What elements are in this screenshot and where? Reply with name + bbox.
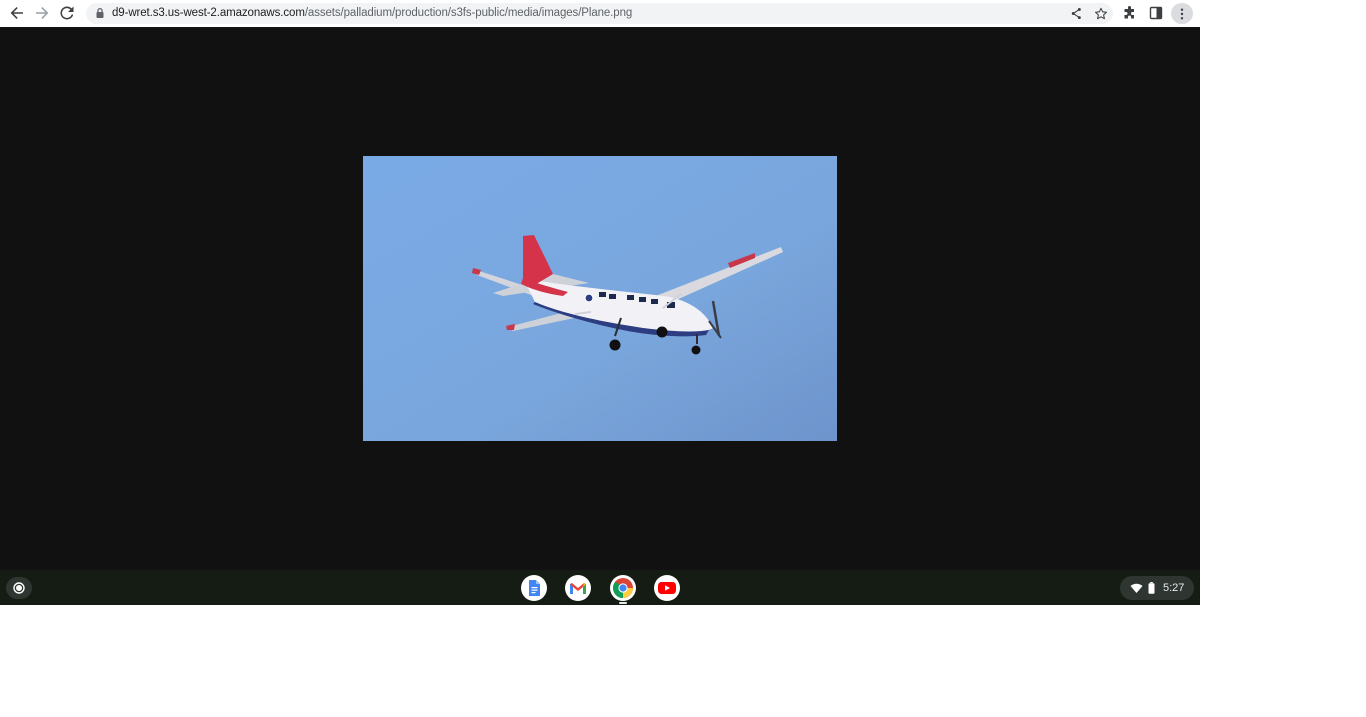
reload-button[interactable] [57, 3, 77, 23]
more-menu-button[interactable] [1171, 3, 1193, 24]
youtube-app-button[interactable] [654, 575, 680, 601]
gmail-app-icon [570, 583, 586, 594]
extensions-icon [1124, 6, 1134, 19]
active-app-indicator [619, 602, 627, 604]
reload-icon [60, 6, 74, 20]
docs-app-icon [529, 580, 540, 596]
side-panel-button[interactable] [1146, 3, 1166, 23]
lock-icon [96, 7, 104, 18]
launcher-icon [13, 582, 25, 594]
side-panel-icon [1149, 6, 1163, 20]
docs-app-button[interactable] [521, 575, 547, 601]
launcher-button[interactable] [6, 577, 32, 599]
clock: 5:27 [1163, 582, 1185, 594]
star-icon [1094, 7, 1108, 19]
gmail-app-button[interactable] [565, 575, 591, 601]
forward-button[interactable] [32, 3, 52, 23]
extensions-button[interactable] [1120, 3, 1140, 23]
chrome-browser-window: d9-wret.s3.us-west-2.amazonaws.com/asset… [0, 0, 1200, 605]
share-button[interactable] [1066, 3, 1086, 24]
share-icon [1071, 7, 1081, 20]
url-path: /assets/palladium/production/s3fs-public… [304, 7, 633, 19]
address-bar[interactable]: d9-wret.s3.us-west-2.amazonaws.com/asset… [86, 3, 1113, 24]
battery-icon [1148, 582, 1155, 594]
browser-toolbar: d9-wret.s3.us-west-2.amazonaws.com/asset… [0, 0, 1200, 27]
plane-image [363, 156, 837, 441]
back-button[interactable] [7, 3, 27, 23]
status-tray[interactable]: 5:27 [1120, 576, 1194, 600]
youtube-app-icon [658, 582, 676, 594]
more-vert-icon [1180, 8, 1184, 19]
url-host: d9-wret.s3.us-west-2.amazonaws.com [112, 7, 305, 19]
chromeos-shelf: 5:27 [0, 570, 1200, 605]
url-text[interactable]: d9-wret.s3.us-west-2.amazonaws.com/asset… [112, 6, 632, 21]
back-arrow-icon [10, 7, 23, 19]
wifi-icon [1130, 583, 1143, 593]
chrome-app-icon [613, 578, 633, 599]
forward-arrow-icon [36, 7, 49, 19]
chrome-app-button[interactable] [610, 575, 636, 601]
bookmark-button[interactable] [1091, 3, 1111, 24]
